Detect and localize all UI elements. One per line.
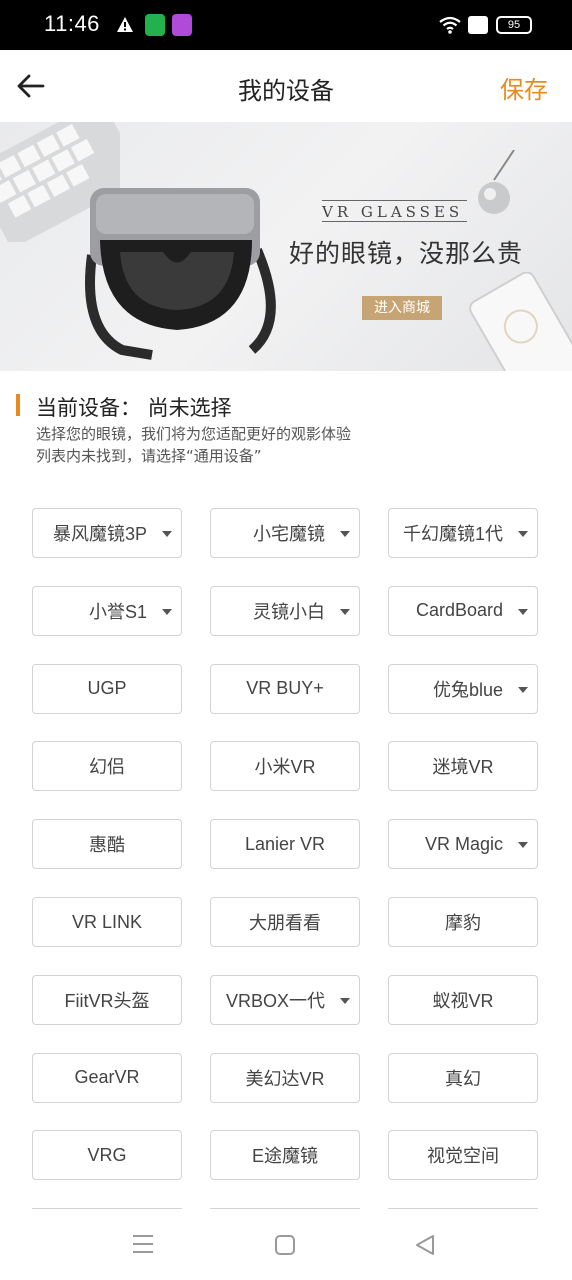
- device-option-button[interactable]: FiitVR头盔: [32, 974, 182, 1025]
- device-option-label: 灵镜小白: [253, 601, 325, 622]
- dropdown-arrow-icon[interactable]: [340, 608, 350, 615]
- device-option-button[interactable]: 暴风魔镜3P: [32, 508, 182, 558]
- current-device-title: 当前设备： 尚未选择: [36, 396, 232, 420]
- device-option-label: 视觉空间: [427, 1146, 499, 1167]
- status-bar: 11:46 95: [0, 0, 572, 50]
- app-notification-icon: [172, 14, 192, 36]
- device-option-button[interactable]: 灵镜小白: [210, 585, 360, 636]
- device-option-label: E途魔镜: [251, 1146, 318, 1167]
- device-option-button[interactable]: VR Magic: [388, 819, 538, 870]
- status-time: 11:46: [44, 11, 100, 36]
- device-option-label: VRBOX一代: [225, 990, 325, 1011]
- device-option-button[interactable]: 摩豹: [388, 897, 538, 947]
- home-icon[interactable]: [274, 1234, 296, 1256]
- device-option-button[interactable]: Lanier VR: [210, 819, 360, 870]
- dropdown-arrow-icon[interactable]: [162, 608, 172, 615]
- device-option-button[interactable]: VRBOX一代: [210, 974, 360, 1025]
- device-option-label: GearVR: [74, 1067, 140, 1088]
- device-option-button[interactable]: 小宅魔镜: [210, 508, 360, 558]
- warning-icon: [117, 17, 133, 32]
- selection-hint: 列表内未找到，请选择“通用设备”: [36, 447, 262, 465]
- device-option-label: Lanier VR: [244, 833, 326, 854]
- device-option-label: 小誉S1: [88, 601, 147, 622]
- device-option-label: 暴风魔镜3P: [52, 524, 147, 544]
- phone-illustration: [469, 272, 572, 371]
- device-option-button[interactable]: 真幻: [388, 1052, 538, 1103]
- nav-bar: 我的设备 保存: [0, 50, 572, 122]
- dropdown-arrow-icon[interactable]: [518, 842, 528, 849]
- device-option-button[interactable]: VR BUY+: [210, 663, 360, 714]
- dropdown-arrow-icon[interactable]: [518, 686, 528, 693]
- no-sim-icon: [468, 16, 488, 34]
- device-option-label: 千幻魔镜1代: [402, 524, 503, 544]
- accent-bar: [16, 394, 20, 416]
- device-option-label: 蚁视VR: [432, 990, 494, 1011]
- device-option-label: 惠酷: [89, 835, 125, 856]
- device-option-button[interactable]: 美幻达VR: [210, 1052, 360, 1103]
- device-option-label: CardBoard: [415, 600, 503, 621]
- device-option-button[interactable]: CardBoard: [388, 585, 538, 636]
- lamp-illustration: [478, 150, 515, 214]
- selection-hint: 选择您的眼镜，我们将为您适配更好的观影体验: [36, 425, 352, 443]
- device-option-button[interactable]: 大朋看看: [210, 897, 360, 947]
- battery-icon: 95: [496, 16, 532, 34]
- banner-tag: VR GLASSES: [322, 200, 468, 222]
- device-option-button[interactable]: 蚁视VR: [388, 974, 538, 1025]
- device-option-button[interactable]: GearVR: [32, 1052, 182, 1103]
- device-option-button[interactable]: 优兔blue: [388, 663, 538, 714]
- dropdown-arrow-icon[interactable]: [162, 531, 172, 537]
- device-option-label: 真幻: [445, 1068, 481, 1089]
- device-option-button[interactable]: E途魔镜: [210, 1130, 360, 1181]
- device-option-label: VR LINK: [71, 911, 143, 932]
- device-option-label: 迷境VR: [432, 757, 494, 778]
- dropdown-arrow-icon[interactable]: [340, 531, 350, 537]
- page-title: 我的设备: [238, 77, 334, 105]
- device-option-label: 美幻达VR: [245, 1068, 325, 1089]
- banner-slogan: 好的眼镜，没那么贵: [289, 239, 524, 268]
- device-option-button[interactable]: VRG: [32, 1130, 182, 1181]
- system-nav-bar: [0, 1210, 572, 1280]
- shop-banner[interactable]: VR GLASSES 好的眼镜，没那么贵 进入商城: [0, 122, 572, 371]
- device-option-label: FiitVR头盔: [64, 990, 150, 1011]
- device-option-button[interactable]: 千幻魔镜1代: [388, 508, 538, 558]
- device-option-button[interactable]: VR LINK: [32, 897, 182, 947]
- save-button[interactable]: 保存: [500, 70, 548, 105]
- device-option-label: 优兔blue: [432, 679, 503, 700]
- enter-shop-button[interactable]: 进入商城: [362, 296, 442, 320]
- device-option-label: 小米VR: [254, 757, 316, 778]
- device-option-label: 小宅魔镜: [253, 524, 325, 544]
- menu-icon[interactable]: [132, 1234, 154, 1254]
- device-option-label: UGP: [87, 678, 127, 699]
- dropdown-arrow-icon[interactable]: [518, 608, 528, 615]
- device-option-button[interactable]: 视觉空间: [388, 1130, 538, 1181]
- app-notification-icon: [145, 14, 165, 36]
- device-option-button[interactable]: 迷境VR: [388, 741, 538, 792]
- device-option-label: 大朋看看: [249, 913, 321, 933]
- dropdown-arrow-icon[interactable]: [518, 531, 528, 537]
- wifi-icon: [439, 16, 461, 34]
- device-option-label: 幻侣: [89, 757, 125, 778]
- vr-headset-illustration: [85, 188, 276, 360]
- device-option-button[interactable]: 幻侣: [32, 741, 182, 792]
- device-option-button[interactable]: 小米VR: [210, 741, 360, 792]
- device-option-button[interactable]: UGP: [32, 663, 182, 714]
- device-option-label: 摩豹: [445, 913, 481, 933]
- device-option-button[interactable]: 小誉S1: [32, 585, 182, 636]
- device-option-label: VR Magic: [424, 833, 503, 854]
- device-option-label: VR BUY+: [246, 678, 324, 699]
- back-triangle-icon[interactable]: [414, 1234, 436, 1256]
- device-option-label: VRG: [87, 1144, 127, 1165]
- dropdown-arrow-icon[interactable]: [340, 997, 350, 1004]
- device-option-button[interactable]: 惠酷: [32, 819, 182, 870]
